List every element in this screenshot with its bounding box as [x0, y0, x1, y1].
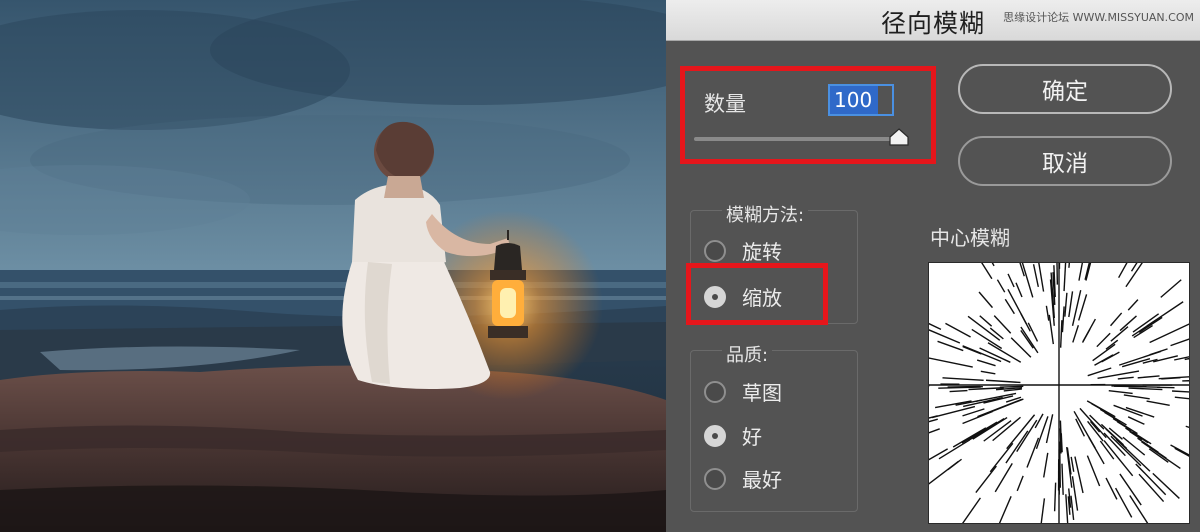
zoom-blur-preview-icon — [884, 216, 1200, 532]
radio-zoom-button[interactable] — [704, 285, 726, 308]
radio-best-button[interactable] — [704, 467, 726, 490]
quality-legend: 品质: — [722, 341, 773, 367]
blur-method-legend: 模糊方法: — [722, 201, 809, 227]
radio-spin-label: 旋转 — [742, 240, 782, 264]
amount-label: 数量 — [704, 92, 746, 116]
radio-best[interactable]: 最好 — [704, 464, 782, 493]
radio-spin-button[interactable] — [704, 239, 726, 262]
amount-input[interactable] — [828, 84, 894, 116]
photo-scene — [0, 0, 666, 532]
radio-zoom-label: 缩放 — [742, 286, 782, 310]
radio-good-button[interactable] — [704, 424, 726, 447]
watermark-text: 思缘设计论坛 WWW.MISSYUAN.COM — [1003, 11, 1194, 24]
center-blur-label: 中心模糊 — [930, 226, 1010, 250]
radio-spin[interactable]: 旋转 — [704, 236, 782, 265]
radio-good[interactable]: 好 — [704, 421, 762, 450]
dialog-titlebar[interactable]: 径向模糊 思缘设计论坛 WWW.MISSYUAN.COM — [666, 0, 1200, 41]
radio-draft-label: 草图 — [742, 381, 782, 405]
radio-draft[interactable]: 草图 — [704, 377, 782, 406]
radio-draft-button[interactable] — [704, 380, 726, 403]
cancel-button[interactable]: 取消 — [958, 136, 1172, 186]
photo-canvas — [0, 0, 666, 532]
radio-zoom[interactable]: 缩放 — [704, 282, 782, 311]
slider-thumb-icon[interactable] — [889, 128, 909, 146]
amount-slider-track[interactable] — [694, 137, 899, 141]
radial-blur-dialog: 径向模糊 思缘设计论坛 WWW.MISSYUAN.COM 数量 确定 取消 模糊… — [666, 0, 1200, 532]
radio-good-label: 好 — [742, 425, 762, 449]
ok-button[interactable]: 确定 — [958, 64, 1172, 114]
blur-center-preview[interactable] — [884, 216, 1200, 532]
radio-best-label: 最好 — [742, 468, 782, 492]
